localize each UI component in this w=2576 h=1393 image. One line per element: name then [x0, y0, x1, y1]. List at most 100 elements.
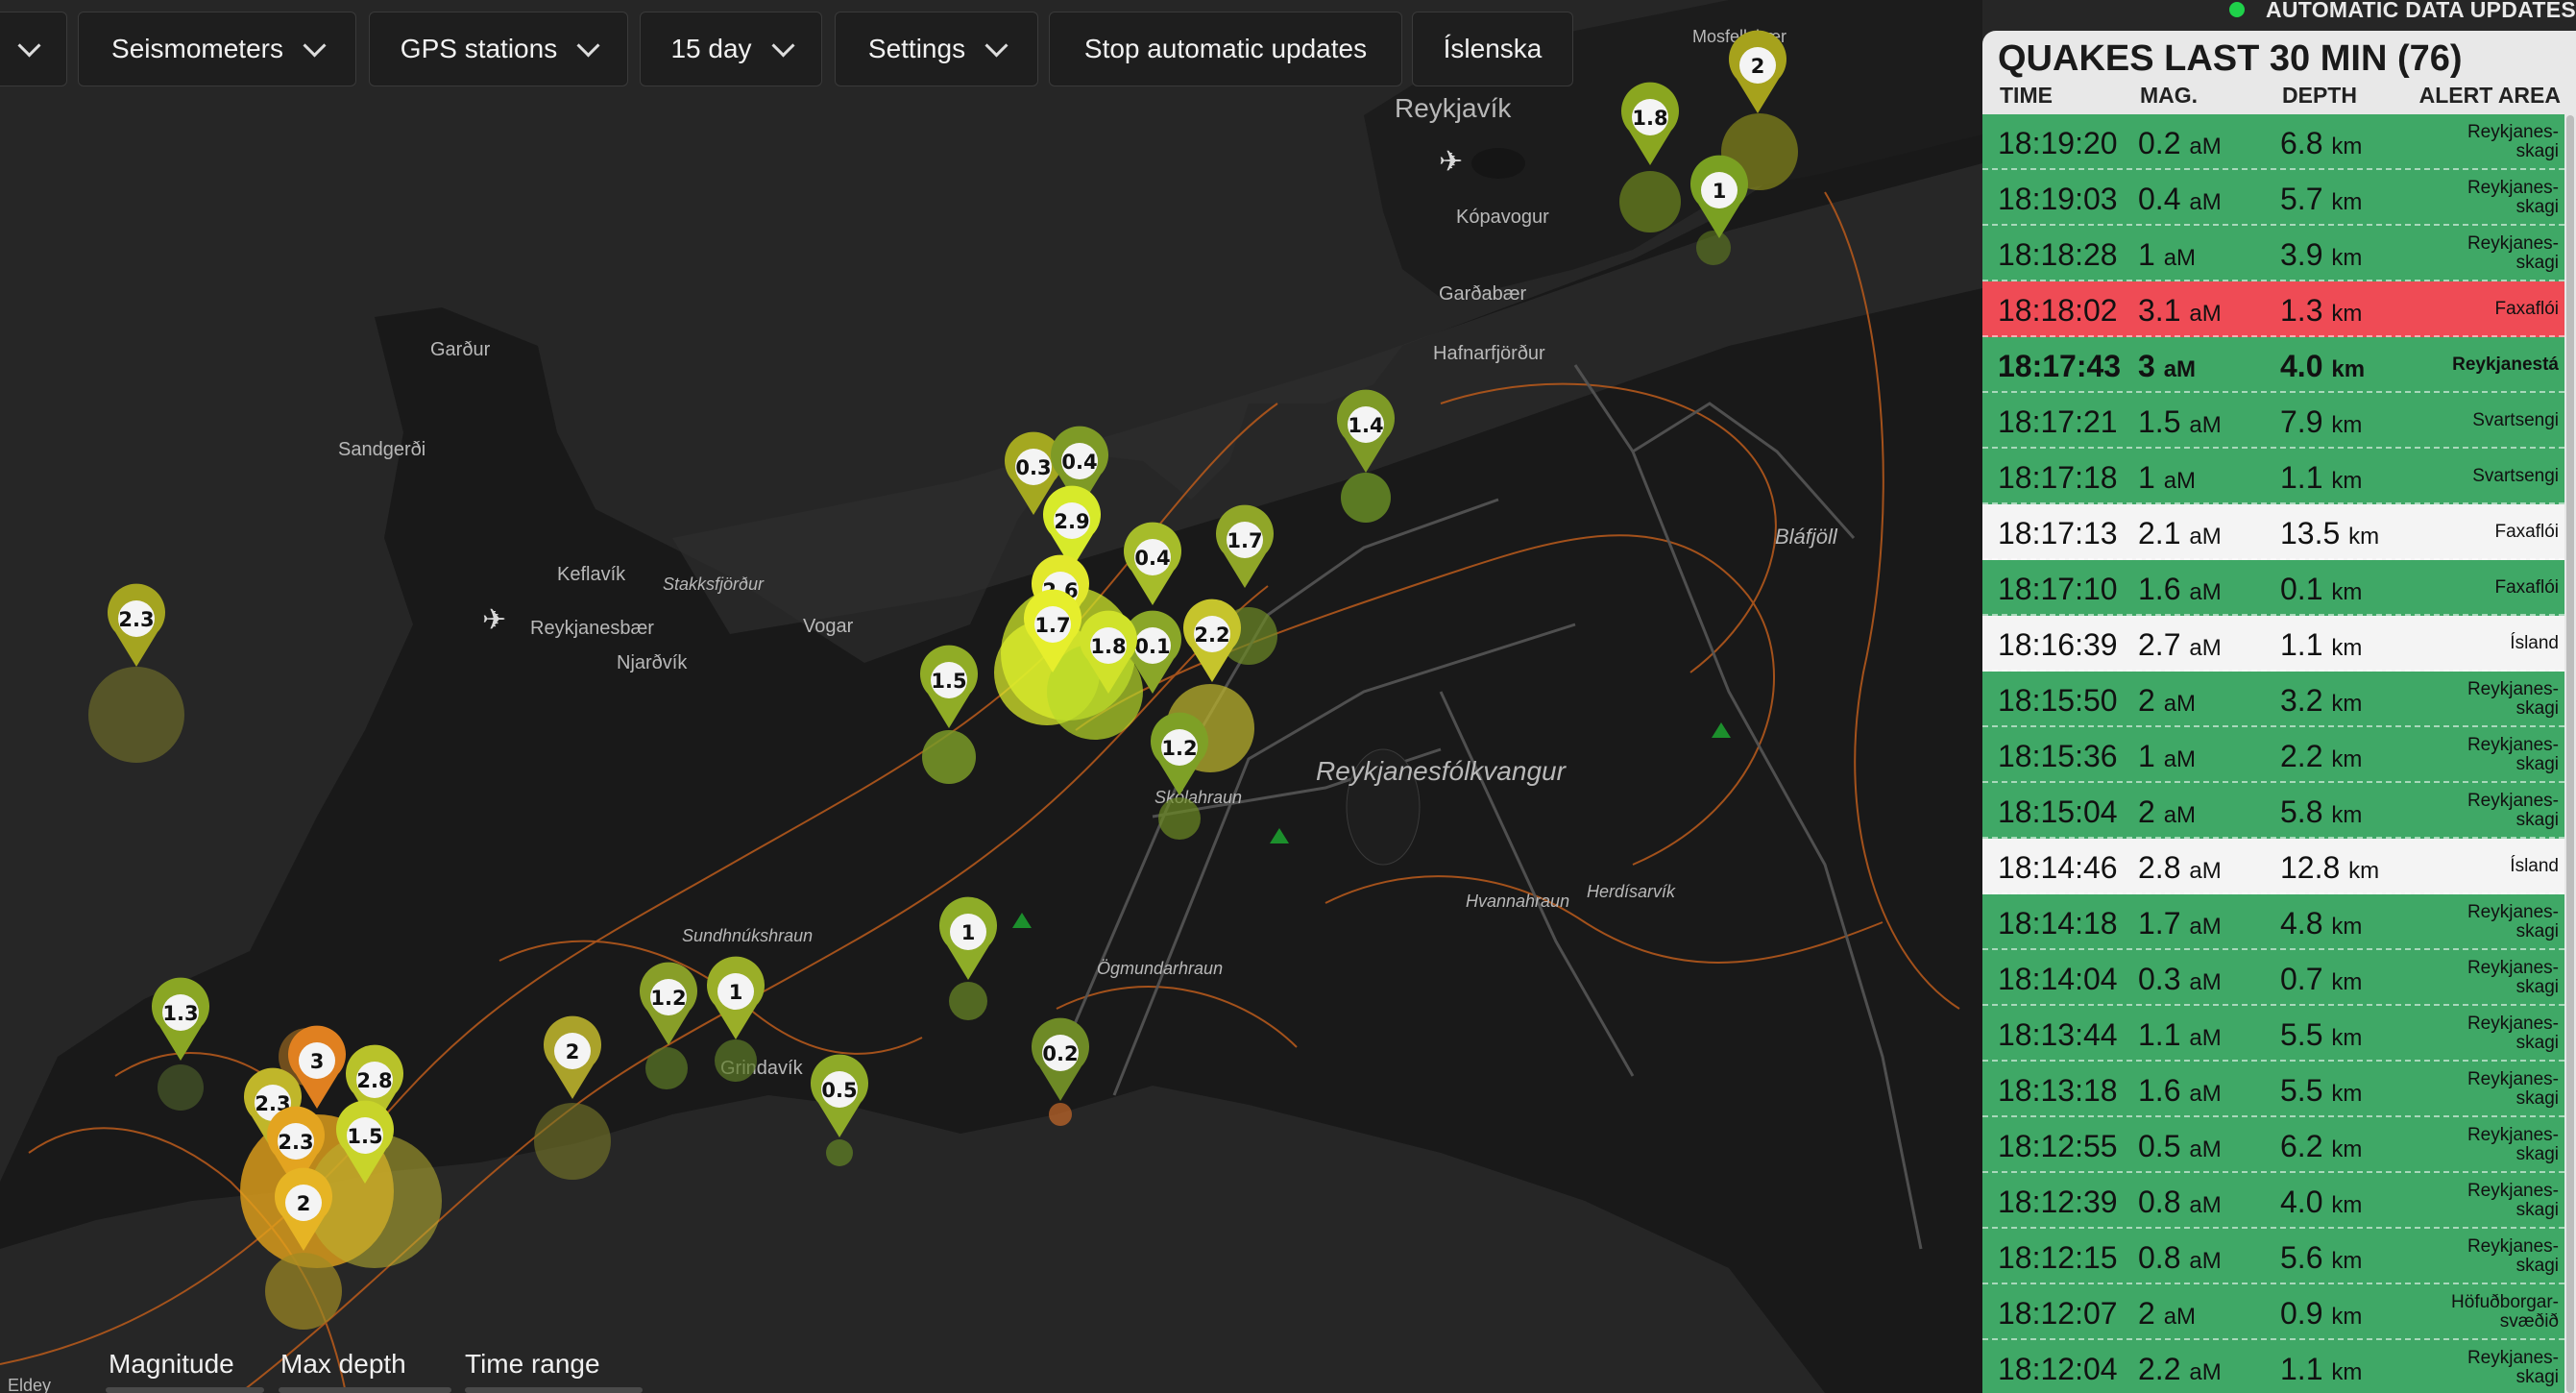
place-label: Reykjavík	[1395, 93, 1512, 123]
layers-dropdown[interactable]	[0, 12, 67, 86]
table-row[interactable]: 18:17:43 3 aM 4.0 km Reykjanestá	[1982, 337, 2564, 393]
legend-magnitude[interactable]: Magnitude	[109, 1349, 234, 1380]
table-row[interactable]: 18:15:36 1 aM 2.2 km Reykjanes-skagi	[1982, 727, 2564, 783]
table-row[interactable]: 18:17:10 1.6 aM 0.1 km Faxaflói	[1982, 560, 2564, 616]
quake-time: 18:18:28	[1998, 237, 2118, 272]
auto-update-status: AUTOMATIC DATA UPDATES	[2228, 0, 2576, 23]
quake-area: Ísland	[2510, 633, 2559, 653]
pin-magnitude-label: 2	[297, 1192, 311, 1215]
quake-depth: 13.5 km	[2280, 516, 2380, 550]
chevron-down-icon	[771, 33, 795, 58]
table-row[interactable]: 18:12:39 0.8 aM 4.0 km Reykjanes-skagi	[1982, 1173, 2564, 1229]
pin-magnitude-label: 2.9	[1054, 510, 1089, 533]
place-label: Reykjanesbær	[530, 618, 654, 639]
legend-max-depth[interactable]: Max depth	[280, 1349, 406, 1380]
quake-depth: 3.9 km	[2280, 237, 2363, 272]
seismometers-dropdown[interactable]: Seismometers	[78, 12, 356, 86]
table-row[interactable]: 18:12:55 0.5 aM 6.2 km Reykjanes-skagi	[1982, 1117, 2564, 1173]
table-row[interactable]: 18:12:07 2 aM 0.9 km Höfuðborgar-svæðið	[1982, 1284, 2564, 1340]
table-row[interactable]: 18:15:50 2 aM 3.2 km Reykjanes-skagi	[1982, 672, 2564, 727]
pin-magnitude-label: 0.5	[821, 1079, 857, 1102]
table-row[interactable]: 18:18:28 1 aM 3.9 km Reykjanes-skagi	[1982, 226, 2564, 281]
quake-depth: 12.8 km	[2280, 850, 2380, 885]
quake-depth: 0.9 km	[2280, 1296, 2363, 1331]
pin-magnitude-label: 2.8	[356, 1069, 392, 1092]
quake-magnitude: 0.8 aM	[2138, 1185, 2222, 1219]
table-row[interactable]: 18:18:02 3.1 aM 1.3 km Faxaflói	[1982, 281, 2564, 337]
table-row[interactable]: 18:19:20 0.2 aM 6.8 km Reykjanes-skagi	[1982, 114, 2564, 170]
quake-pin[interactable]: 0.5	[811, 1054, 868, 1137]
time-range-label: 15 day	[670, 34, 752, 63]
table-row[interactable]: 18:19:03 0.4 aM 5.7 km Reykjanes-skagi	[1982, 170, 2564, 226]
col-time: TIME	[2000, 83, 2053, 108]
pin-magnitude-label: 2	[566, 1040, 580, 1063]
pin-magnitude-label: 1.7	[1034, 614, 1070, 637]
quake-magnitude: 0.4 aM	[2138, 182, 2222, 216]
quake-magnitude: 2.7 aM	[2138, 627, 2222, 662]
quake-depth: 1.1 km	[2280, 460, 2363, 495]
table-row[interactable]: 18:14:46 2.8 aM 12.8 km Ísland	[1982, 839, 2564, 894]
quake-time: 18:12:15	[1998, 1240, 2118, 1275]
quake-depth: 3.2 km	[2280, 683, 2363, 718]
quake-area: Reykjanes-skagi	[2467, 233, 2559, 273]
settings-dropdown[interactable]: Settings	[835, 12, 1038, 86]
table-row[interactable]: 18:13:18 1.6 aM 5.5 km Reykjanes-skagi	[1982, 1062, 2564, 1117]
quake-depth: 1.3 km	[2280, 293, 2363, 328]
legend-bar	[106, 1387, 264, 1393]
quake-circle	[1619, 171, 1681, 232]
quake-circle	[1049, 1103, 1072, 1126]
table-row[interactable]: 18:12:15 0.8 aM 5.6 km Reykjanes-skagi	[1982, 1229, 2564, 1284]
quake-magnitude: 2 aM	[2138, 683, 2197, 718]
table-row[interactable]: 18:17:18 1 aM 1.1 km Svartsengi	[1982, 449, 2564, 504]
language-button[interactable]: Íslenska	[1412, 12, 1573, 86]
table-row[interactable]: 18:14:04 0.3 aM 0.7 km Reykjanes-skagi	[1982, 950, 2564, 1006]
status-label: AUTOMATIC DATA UPDATES	[2265, 0, 2576, 22]
quake-list-panel: QUAKES LAST 30 MIN (76) TIME MAG. DEPTH …	[1982, 31, 2576, 1393]
quake-circle	[715, 1039, 757, 1082]
quake-circle	[534, 1103, 611, 1180]
quake-depth: 5.8 km	[2280, 794, 2363, 829]
table-row[interactable]: 18:16:39 2.7 aM 1.1 km Ísland	[1982, 616, 2564, 672]
quake-pin[interactable]: 2.3	[108, 583, 165, 667]
legend-time-range[interactable]: Time range	[465, 1349, 600, 1380]
gps-stations-dropdown[interactable]: GPS stations	[369, 12, 628, 86]
pin-magnitude-label: 1.4	[1348, 414, 1383, 437]
quake-time: 18:17:10	[1998, 572, 2118, 606]
pin-magnitude-label: 0.2	[1042, 1042, 1078, 1065]
panel-scrollbar[interactable]	[2566, 115, 2574, 1393]
pin-magnitude-label: 0.1	[1134, 635, 1170, 658]
legend-bar	[279, 1387, 451, 1393]
col-depth: DEPTH	[2282, 83, 2357, 108]
table-row[interactable]: 18:15:04 2 aM 5.8 km Reykjanes-skagi	[1982, 783, 2564, 839]
pin-magnitude-label: 2.3	[118, 608, 154, 631]
time-range-dropdown[interactable]: 15 day	[640, 12, 822, 86]
quake-magnitude: 3.1 aM	[2138, 293, 2222, 328]
quake-circle	[1158, 797, 1201, 840]
quake-magnitude: 1 aM	[2138, 739, 2197, 773]
table-row[interactable]: 18:14:18 1.7 aM 4.8 km Reykjanes-skagi	[1982, 894, 2564, 950]
table-row[interactable]: 18:17:21 1.5 aM 7.9 km Svartsengi	[1982, 393, 2564, 449]
pin-magnitude-label: 0.4	[1134, 547, 1170, 570]
stop-updates-button[interactable]: Stop automatic updates	[1049, 12, 1402, 86]
place-label: Keflavík	[557, 564, 626, 585]
table-row[interactable]: 18:13:44 1.1 aM 5.5 km Reykjanes-skagi	[1982, 1006, 2564, 1062]
quake-time: 18:15:36	[1998, 739, 2118, 773]
table-header: TIME MAG. DEPTH ALERT AREA	[1982, 83, 2576, 108]
pin-magnitude-label: 0.3	[1015, 456, 1051, 479]
quake-rows: 18:19:20 0.2 aM 6.8 km Reykjanes-skagi 18:19…	[1982, 114, 2564, 1393]
chevron-down-icon	[984, 33, 1009, 58]
table-row[interactable]: 18:17:13 2.1 aM 13.5 km Faxaflói	[1982, 504, 2564, 560]
quake-circle	[922, 730, 976, 784]
quake-circle	[1696, 231, 1731, 265]
chevron-down-icon	[16, 33, 41, 58]
quake-circle	[265, 1253, 342, 1330]
quake-area: Reykjanes-skagi	[2467, 122, 2559, 161]
stop-updates-label: Stop automatic updates	[1083, 34, 1368, 63]
quake-time: 18:18:02	[1998, 293, 2118, 328]
table-row[interactable]: 18:12:04 2.2 aM 1.1 km Reykjanes-skagi	[1982, 1340, 2564, 1393]
place-label: Garðabær	[1439, 283, 1526, 305]
map-legend: Magnitude Max depth Time range	[0, 1345, 672, 1393]
quake-area: Svartsengi	[2472, 410, 2559, 430]
quake-area: Reykjanestá	[2452, 354, 2559, 375]
quake-depth: 5.7 km	[2280, 182, 2363, 216]
